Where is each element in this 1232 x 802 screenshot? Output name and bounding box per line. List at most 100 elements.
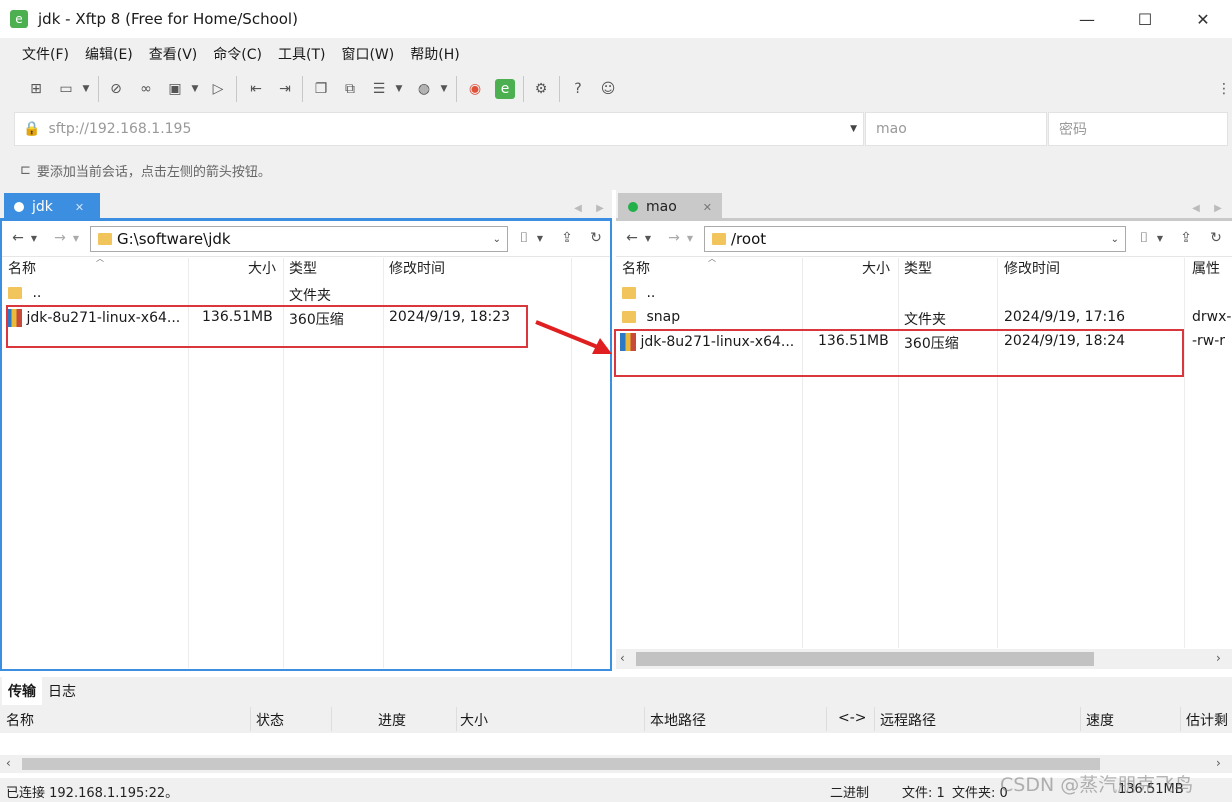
menu-edit[interactable]: 编辑(E) [85,44,133,64]
xftp-icon[interactable]: e [495,79,515,99]
close-tab-icon[interactable]: ✕ [75,201,84,214]
username-input[interactable]: mao [865,112,1047,146]
chevron-down-icon[interactable]: ⌄ [493,234,501,245]
list-item[interactable]: .. [622,285,1222,309]
right-tab-strip: mao ✕ ◀ ▶ [616,190,1232,221]
column-name[interactable]: 名称 [8,258,36,282]
chevron-down-icon[interactable]: ▼ [1154,228,1166,248]
tab-log[interactable]: 日志 [42,677,82,705]
play-icon[interactable]: ▷ [208,79,228,99]
disconnect-icon[interactable]: ⊘ [106,79,126,99]
chevron-down-icon[interactable]: ▼ [189,79,201,99]
maximize-button[interactable]: ☐ [1116,0,1174,38]
copy-icon[interactable]: ❐ [311,79,331,99]
column-type[interactable]: 类型 [289,258,317,282]
column-attributes[interactable]: 属性 [1192,258,1220,282]
tab-jdk[interactable]: jdk ✕ [4,193,100,221]
menu-file[interactable]: 文件(F) [22,44,69,64]
scrollbar-thumb[interactable] [636,652,1094,666]
column-progress[interactable]: 进度 [378,710,406,730]
new-window-icon[interactable]: ▣ [165,79,185,99]
hint-text: 要添加当前会话，点击左侧的箭头按钮。 [36,164,271,180]
password-input[interactable]: 密码 [1048,112,1228,146]
scroll-right-icon[interactable]: ▶ [1208,198,1228,218]
menu-window[interactable]: 窗口(W) [341,44,394,64]
link-icon[interactable]: ∞ [136,79,156,99]
menu-tools[interactable]: 工具(T) [278,44,325,64]
column-name[interactable]: 名称 [622,258,650,282]
new-session-icon[interactable]: ⊞ [26,79,46,99]
transfer-mode[interactable]: 二进制 [830,782,869,801]
column-modified[interactable]: 修改时间 [389,258,445,282]
gear-icon[interactable]: ⚙ [531,79,551,99]
help-icon[interactable]: ? [568,79,588,99]
paste-icon[interactable]: ⧉ [340,79,360,99]
host-input[interactable]: 🔒 sftp://192.168.1.195 ▼ [14,112,864,146]
chevron-down-icon[interactable]: ⌄ [1111,234,1119,245]
hint-bar: ⊏ 要添加当前会话，点击左侧的箭头按钮。 [0,150,1232,190]
scroll-left-icon[interactable]: ‹ [620,651,625,665]
back-icon[interactable]: ← [8,228,28,248]
list-view-icon[interactable]: ☰ [369,79,389,99]
tab-transfers[interactable]: 传输 [2,677,42,705]
scroll-right-icon[interactable]: ▶ [590,198,610,218]
parent-folder-icon[interactable]: ⇪ [557,228,577,248]
chevron-down-icon[interactable]: ▼ [70,228,82,248]
sort-ascending-icon: ︿ [96,253,104,263]
scroll-right-icon[interactable]: › [1216,756,1221,770]
scroll-left-icon[interactable]: ◀ [568,198,588,218]
bookmark-icon[interactable]: ⌷ [514,228,534,248]
close-tab-icon[interactable]: ✕ [703,201,712,214]
minimize-button[interactable]: — [1058,0,1116,38]
scroll-right-icon[interactable]: › [1216,651,1221,665]
chevron-down-icon[interactable]: ▼ [642,228,654,248]
column-direction[interactable]: <-> [838,710,867,726]
menu-view[interactable]: 查看(V) [149,44,198,64]
close-button[interactable]: ✕ [1174,0,1232,38]
chat-icon[interactable]: ☺ [598,79,618,99]
column-status[interactable]: 状态 [256,710,284,730]
xshell-icon[interactable]: ◉ [465,79,485,99]
column-speed[interactable]: 速度 [1086,710,1114,730]
refresh-icon[interactable]: ↻ [586,228,606,248]
chevron-down-icon[interactable]: ▼ [80,79,92,99]
menu-command[interactable]: 命令(C) [213,44,262,64]
chevron-down-icon[interactable]: ▼ [438,79,450,99]
back-icon[interactable]: ← [622,228,642,248]
column-eta[interactable]: 估计剩 [1186,710,1228,730]
open-folder-icon[interactable]: ▭ [56,79,76,99]
add-session-icon[interactable]: ⊏ [20,163,31,178]
transfer-left-icon[interactable]: ⇤ [246,79,266,99]
arrow-annotation [535,320,612,354]
forward-icon[interactable]: → [50,228,70,248]
column-size[interactable]: 大小 [248,258,276,282]
column-remote-path[interactable]: 远程路径 [880,710,936,730]
scroll-left-icon[interactable]: ◀ [1186,198,1206,218]
scrollbar-thumb[interactable] [22,758,1100,770]
horizontal-scrollbar[interactable]: ‹ › [616,649,1232,669]
tab-mao[interactable]: mao ✕ [618,193,722,221]
bookmark-icon[interactable]: ⌷ [1134,228,1154,248]
chevron-down-icon[interactable]: ▼ [28,228,40,248]
chevron-down-icon[interactable]: ▼ [393,79,405,99]
transfer-list [0,733,1232,755]
column-name[interactable]: 名称 [6,710,34,730]
local-path-input[interactable]: G:\software\jdk ⌄ [90,226,508,252]
chevron-down-icon[interactable]: ▼ [850,124,857,134]
forward-icon[interactable]: → [664,228,684,248]
parent-folder-icon[interactable]: ⇪ [1176,228,1196,248]
globe-icon[interactable]: ◍ [414,79,434,99]
menu-help[interactable]: 帮助(H) [410,44,459,64]
column-size[interactable]: 大小 [862,258,890,282]
chevron-down-icon[interactable]: ▼ [684,228,696,248]
refresh-icon[interactable]: ↻ [1206,228,1226,248]
column-type[interactable]: 类型 [904,258,932,282]
transfer-right-icon[interactable]: ⇥ [275,79,295,99]
column-size[interactable]: 大小 [460,710,488,730]
chevron-down-icon[interactable]: ▼ [534,228,546,248]
scroll-left-icon[interactable]: ‹ [6,756,11,770]
column-modified[interactable]: 修改时间 [1004,258,1060,282]
remote-path-input[interactable]: /root ⌄ [704,226,1126,252]
more-icon[interactable]: ⋮ [1214,79,1232,99]
column-local-path[interactable]: 本地路径 [650,710,706,730]
